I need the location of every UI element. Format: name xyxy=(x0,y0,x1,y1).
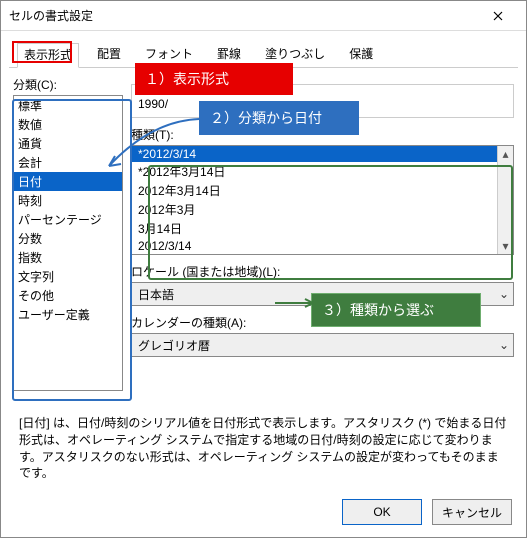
list-item-selected[interactable]: *2012/3/14 xyxy=(132,146,497,162)
list-item[interactable]: 時刻 xyxy=(14,191,122,210)
list-item[interactable]: 通貨 xyxy=(14,134,122,153)
annotation-callout-3: ３）種類から選ぶ xyxy=(311,293,481,327)
dialog-window: セルの書式設定 表示形式 配置 フォント 罫線 塗りつぶし 保護 １）表示形式 … xyxy=(0,0,527,538)
tab-protection[interactable]: 保護 xyxy=(343,43,379,67)
list-item[interactable]: パーセンテージ xyxy=(14,210,122,229)
list-item[interactable]: 標準 xyxy=(14,96,122,115)
list-item[interactable]: *2012年3月14日 xyxy=(132,162,497,181)
list-item[interactable]: 指数 xyxy=(14,248,122,267)
list-item[interactable]: 2012年3月 xyxy=(132,200,497,219)
window-title: セルの書式設定 xyxy=(9,7,93,24)
list-item[interactable]: 会計 xyxy=(14,153,122,172)
chevron-down-icon: ⌄ xyxy=(499,338,509,352)
cancel-button[interactable]: キャンセル xyxy=(432,499,512,525)
button-row: OK キャンセル xyxy=(342,499,512,525)
list-item[interactable]: その他 xyxy=(14,286,122,305)
description-text: [日付] は、日付/時刻のシリアル値を日付形式で表示します。アスタリスク (*)… xyxy=(19,415,508,482)
list-item[interactable]: ユーザー定義 xyxy=(14,305,122,324)
list-item[interactable]: 3月14日 xyxy=(132,219,497,238)
close-icon xyxy=(493,11,503,21)
annotation-callout-2: ２）分類から日付 xyxy=(199,101,359,135)
annotation-callout-1: １）表示形式 xyxy=(135,63,293,95)
list-item[interactable]: 数値 xyxy=(14,115,122,134)
scroll-up-icon[interactable]: ▴ xyxy=(498,146,513,162)
list-item-selected[interactable]: 日付 xyxy=(14,172,122,191)
tab-display-format[interactable]: 表示形式 xyxy=(17,43,79,68)
title-bar: セルの書式設定 xyxy=(1,1,526,31)
list-item[interactable]: 2012/3/14 xyxy=(132,238,497,254)
category-listbox[interactable]: 標準 数値 通貨 会計 日付 時刻 パーセンテージ 分数 指数 文字列 その他 … xyxy=(13,95,123,391)
category-label: 分類(C): xyxy=(13,76,123,93)
calendar-value: グレゴリオ暦 xyxy=(138,337,210,354)
tab-alignment[interactable]: 配置 xyxy=(91,43,127,67)
type-listbox[interactable]: *2012/3/14 *2012年3月14日 2012年3月14日 2012年3… xyxy=(131,145,514,255)
locale-label: ロケール (国または地域)(L): xyxy=(131,263,514,280)
list-item[interactable]: 文字列 xyxy=(14,267,122,286)
list-item[interactable]: 2012年3月14日 xyxy=(132,181,497,200)
chevron-down-icon: ⌄ xyxy=(499,287,509,301)
calendar-combobox[interactable]: グレゴリオ暦 ⌄ xyxy=(131,333,514,357)
ok-button[interactable]: OK xyxy=(342,499,422,525)
close-button[interactable] xyxy=(478,2,518,30)
scroll-down-icon[interactable]: ▾ xyxy=(498,238,513,254)
scrollbar[interactable]: ▴ ▾ xyxy=(497,146,513,254)
list-item[interactable]: 分数 xyxy=(14,229,122,248)
locale-value: 日本語 xyxy=(138,286,174,303)
category-column: 分類(C): 標準 数値 通貨 会計 日付 時刻 パーセンテージ 分数 指数 文… xyxy=(13,76,123,391)
